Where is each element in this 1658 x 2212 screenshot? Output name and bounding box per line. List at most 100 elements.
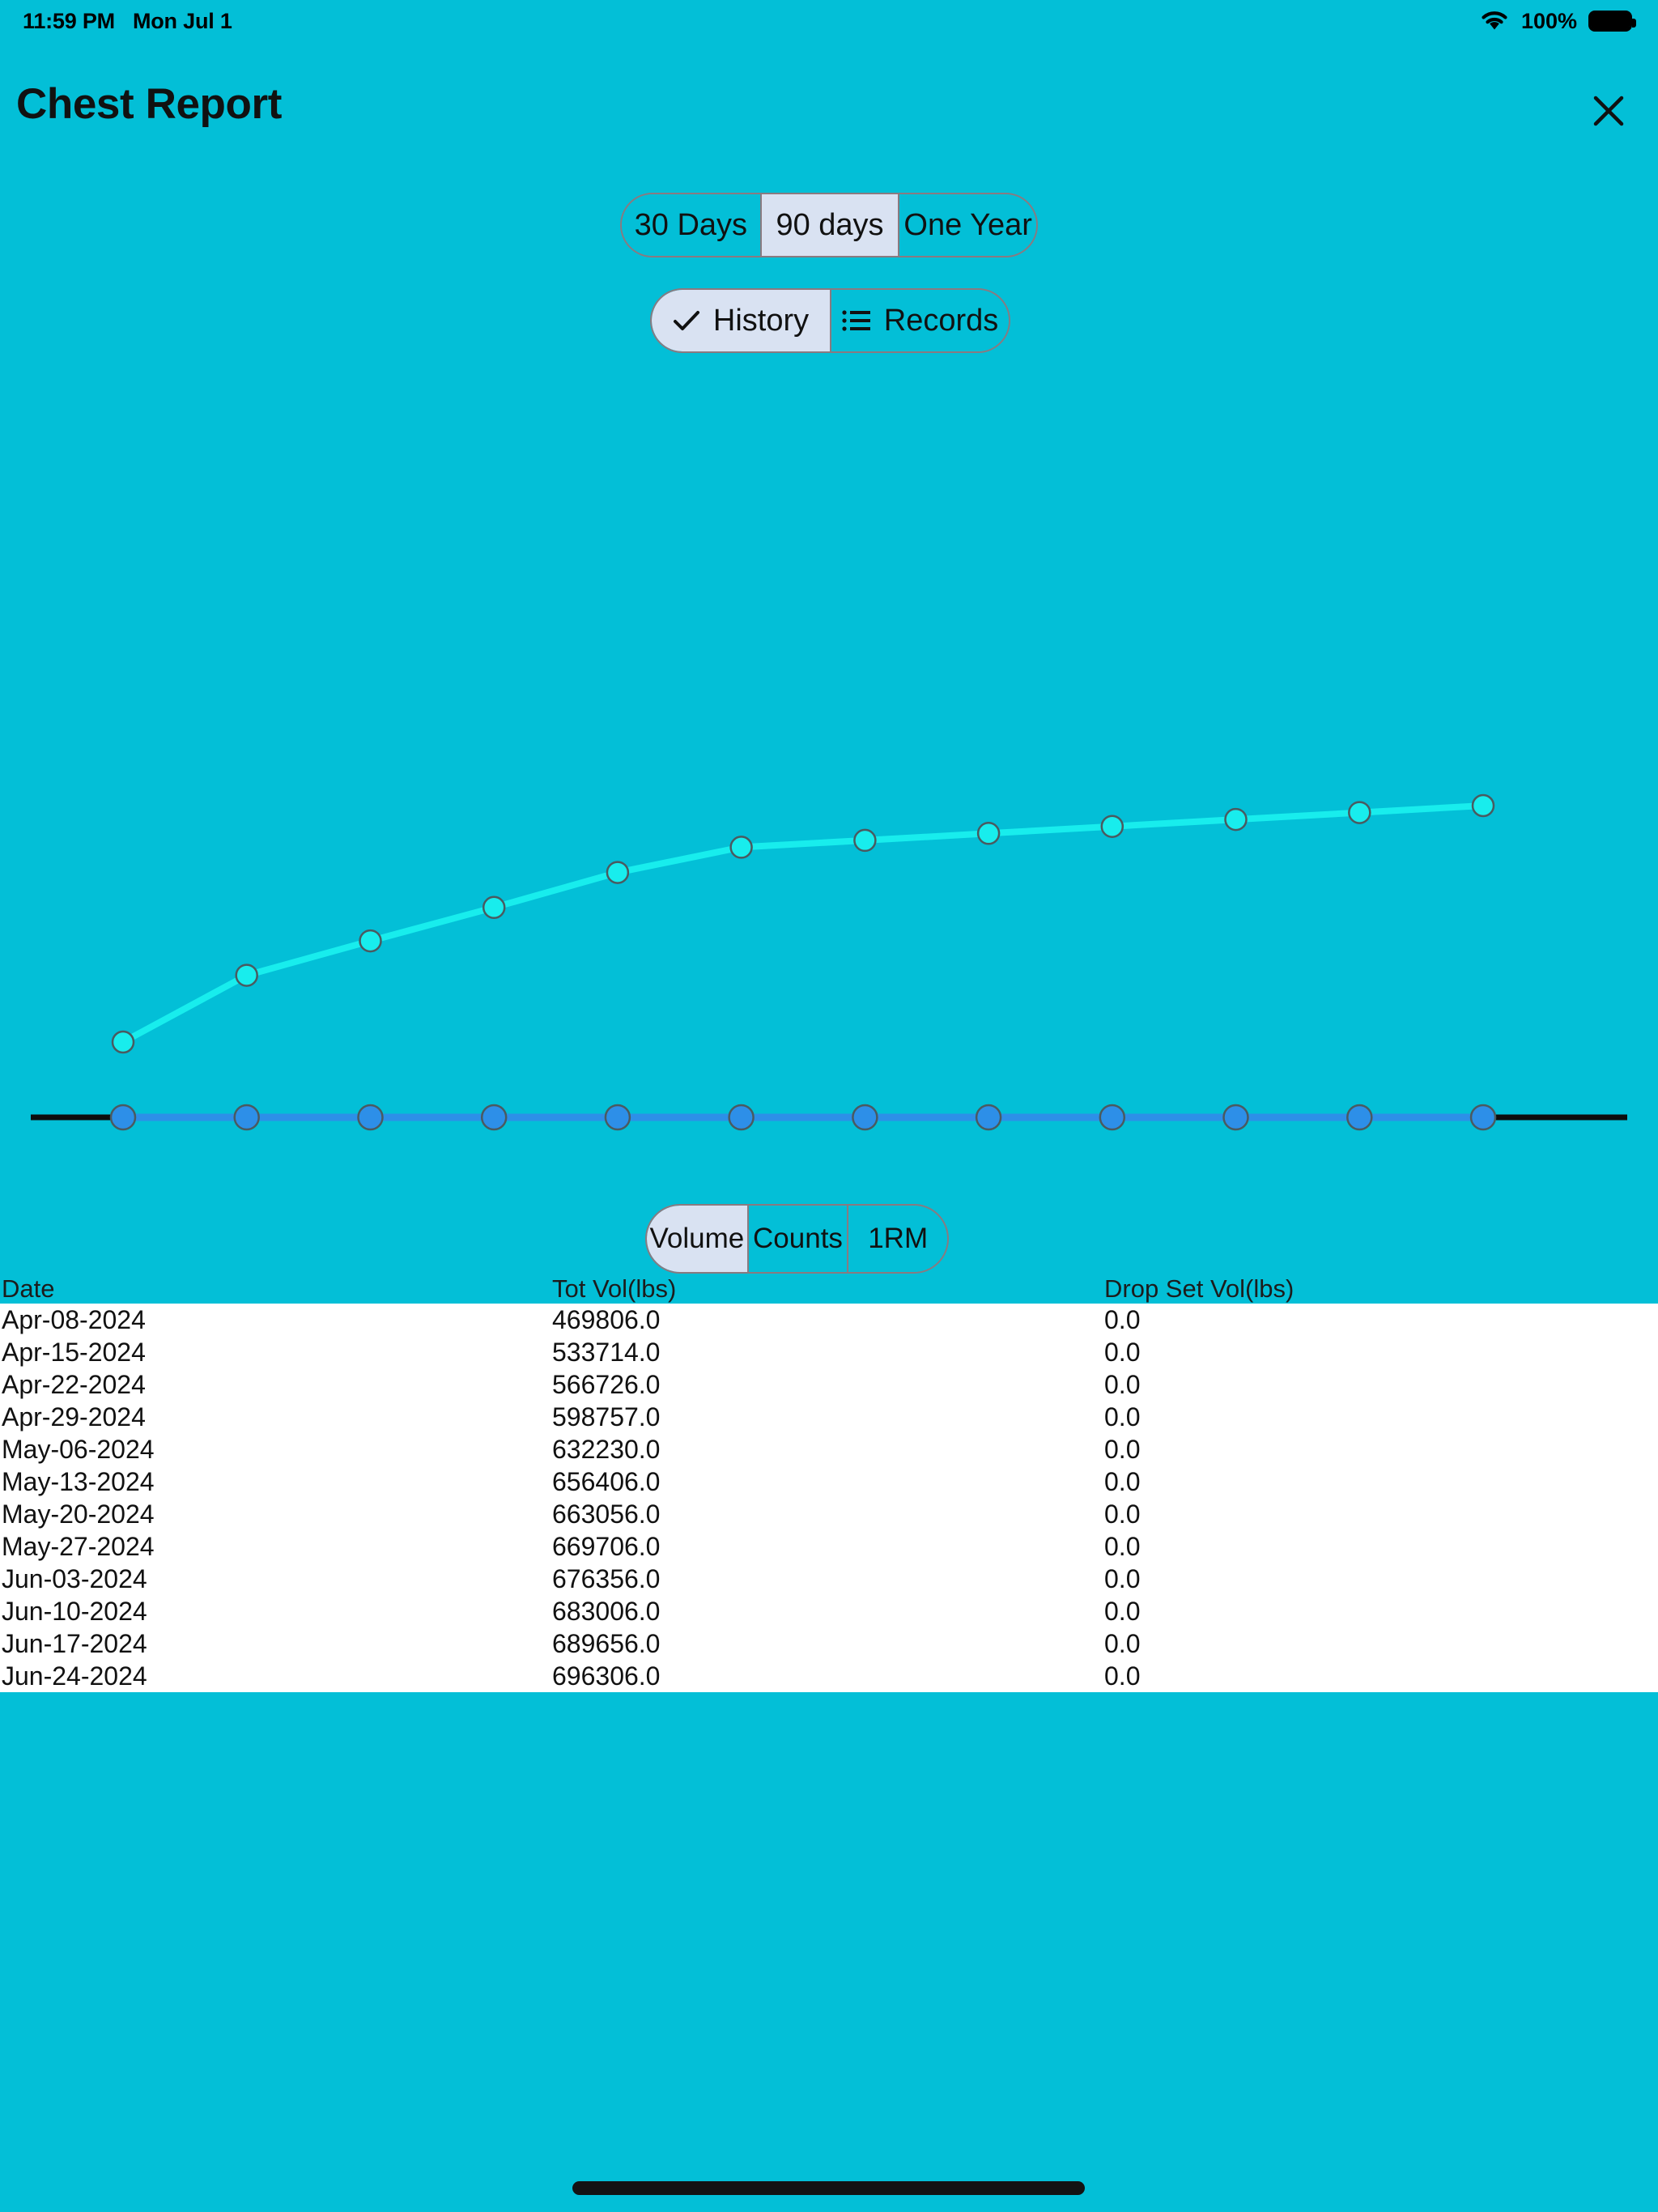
table-row[interactable]: May-06-2024 632230.0 0.0 — [0, 1433, 1658, 1465]
chart-data-point[interactable] — [480, 1104, 508, 1131]
cell-drop-set-vol: 0.0 — [1104, 1531, 1141, 1561]
chart-data-point[interactable] — [606, 861, 630, 884]
chart-data-point[interactable] — [1099, 1104, 1126, 1131]
chart-data-point[interactable] — [1348, 801, 1371, 824]
tab-records-label: Records — [883, 303, 999, 338]
chart-data-point[interactable] — [109, 1104, 137, 1131]
status-bar-right: 100% — [1479, 8, 1636, 34]
cell-date: Jun-10-2024 — [2, 1596, 147, 1626]
chart-data-point[interactable] — [1471, 793, 1495, 818]
cell-tot-vol: 669706.0 — [552, 1531, 661, 1561]
chart-data-point[interactable] — [1346, 1104, 1373, 1131]
table-row[interactable]: Jun-24-2024 696306.0 0.0 — [0, 1660, 1658, 1692]
tab-90-days[interactable]: 90 days — [759, 194, 899, 256]
table-row[interactable]: May-27-2024 669706.0 0.0 — [0, 1530, 1658, 1563]
cell-drop-set-vol: 0.0 — [1104, 1466, 1141, 1496]
cell-drop-set-vol: 0.0 — [1104, 1434, 1141, 1464]
chart-svg — [31, 793, 1627, 1131]
tab-history-label: History — [712, 303, 810, 338]
table-row[interactable]: Apr-08-2024 469806.0 0.0 — [0, 1304, 1658, 1336]
cell-date: Apr-08-2024 — [2, 1304, 146, 1334]
wifi-icon — [1482, 11, 1507, 30]
table-row[interactable]: Jun-03-2024 676356.0 0.0 — [0, 1563, 1658, 1595]
chart-data-point[interactable] — [1469, 1104, 1497, 1131]
table-row[interactable]: Apr-22-2024 566726.0 0.0 — [0, 1368, 1658, 1401]
tab-one-year-label: One Year — [903, 207, 1032, 242]
tab-30-days-label: 30 Days — [634, 207, 748, 242]
cell-tot-vol: 696306.0 — [552, 1661, 661, 1691]
tab-one-year[interactable]: One Year — [898, 194, 1036, 256]
tab-1rm-label: 1RM — [868, 1223, 929, 1254]
table-row[interactable]: Apr-15-2024 533714.0 0.0 — [0, 1336, 1658, 1368]
chart-data-point[interactable] — [975, 1104, 1002, 1131]
chart-data-point[interactable] — [853, 828, 877, 853]
cell-date: May-27-2024 — [2, 1531, 155, 1561]
tab-history[interactable]: History — [652, 290, 830, 351]
chart-data-point[interactable] — [729, 836, 753, 859]
tab-records[interactable]: Records — [830, 290, 1009, 351]
tab-counts-label: Counts — [753, 1223, 843, 1254]
tab-counts[interactable]: Counts — [746, 1206, 848, 1272]
cell-tot-vol: 663056.0 — [552, 1499, 661, 1529]
column-header-drop-set-vol: Drop Set Vol(lbs) — [1104, 1274, 1295, 1303]
close-button[interactable] — [1582, 84, 1635, 138]
chart-data-point[interactable] — [359, 929, 382, 953]
table-row[interactable]: May-13-2024 656406.0 0.0 — [0, 1465, 1658, 1498]
chart-data-point[interactable] — [1222, 1104, 1249, 1131]
column-header-tot-vol: Tot Vol(lbs) — [552, 1274, 677, 1303]
chart-data-point[interactable] — [1100, 815, 1124, 838]
status-bar-left: 11:59 PM Mon Jul 1 — [23, 9, 232, 34]
table-row[interactable]: Apr-29-2024 598757.0 0.0 — [0, 1401, 1658, 1433]
cell-date: May-20-2024 — [2, 1499, 155, 1529]
status-date: Mon Jul 1 — [132, 8, 232, 33]
cell-date: Jun-03-2024 — [2, 1563, 147, 1593]
chart-data-point[interactable] — [357, 1104, 384, 1131]
cell-drop-set-vol: 0.0 — [1104, 1499, 1141, 1529]
cell-tot-vol: 676356.0 — [552, 1563, 661, 1593]
tab-volume[interactable]: Volume — [647, 1206, 747, 1272]
table-header-row: Date Tot Vol(lbs) Drop Set Vol(lbs) — [0, 1274, 1658, 1304]
cell-tot-vol: 683006.0 — [552, 1596, 661, 1626]
cell-date: May-06-2024 — [2, 1434, 155, 1464]
table-header: Date Tot Vol(lbs) Drop Set Vol(lbs) — [0, 1274, 1658, 1304]
cell-drop-set-vol: 0.0 — [1104, 1596, 1141, 1626]
cell-drop-set-vol: 0.0 — [1104, 1402, 1141, 1431]
cell-drop-set-vol: 0.0 — [1104, 1369, 1141, 1399]
cell-drop-set-vol: 0.0 — [1104, 1628, 1141, 1658]
tab-30-days[interactable]: 30 Days — [622, 194, 760, 256]
battery-percent-label: 100% — [1520, 8, 1577, 33]
volume-series-points — [111, 793, 1495, 1054]
tab-1rm[interactable]: 1RM — [847, 1206, 947, 1272]
page-header: Chest Report — [0, 79, 1658, 149]
status-time: 11:59 PM — [23, 8, 115, 33]
cell-tot-vol: 533714.0 — [552, 1337, 661, 1367]
chart-data-point[interactable] — [233, 1104, 260, 1131]
range-segmented-control[interactable]: 30 Days 90 days One Year — [620, 193, 1038, 257]
home-indicator[interactable] — [572, 2181, 1085, 2195]
column-header-date: Date — [2, 1274, 55, 1303]
table-body[interactable]: Apr-08-2024 469806.0 0.0 Apr-15-2024 533714.… — [0, 1304, 1658, 1692]
view-segmented-control[interactable]: History Records — [650, 288, 1010, 353]
chart-data-point[interactable] — [111, 1030, 135, 1054]
cell-date: Apr-15-2024 — [2, 1337, 146, 1367]
list-icon — [842, 310, 870, 331]
cell-tot-vol: 598757.0 — [552, 1402, 661, 1431]
cell-tot-vol: 469806.0 — [552, 1304, 661, 1334]
table-row[interactable]: Jun-10-2024 683006.0 0.0 — [0, 1595, 1658, 1627]
cell-drop-set-vol: 0.0 — [1104, 1304, 1141, 1334]
chart-data-point[interactable] — [728, 1104, 755, 1131]
chart-data-point[interactable] — [604, 1104, 631, 1131]
check-icon — [673, 311, 699, 330]
battery-full-icon — [1588, 11, 1636, 32]
cell-tot-vol: 566726.0 — [552, 1369, 661, 1399]
cell-tot-vol: 632230.0 — [552, 1434, 661, 1464]
table-row[interactable]: May-20-2024 663056.0 0.0 — [0, 1498, 1658, 1530]
volume-line-chart — [0, 364, 1658, 1198]
chart-data-point[interactable] — [976, 822, 1001, 845]
chart-data-point[interactable] — [1224, 807, 1248, 832]
chart-data-point[interactable] — [852, 1104, 878, 1131]
table-row[interactable]: Jun-17-2024 689656.0 0.0 — [0, 1627, 1658, 1660]
chart-data-point[interactable] — [482, 895, 506, 920]
metric-segmented-control[interactable]: Volume Counts 1RM — [645, 1204, 949, 1274]
chart-data-point[interactable] — [235, 963, 258, 987]
